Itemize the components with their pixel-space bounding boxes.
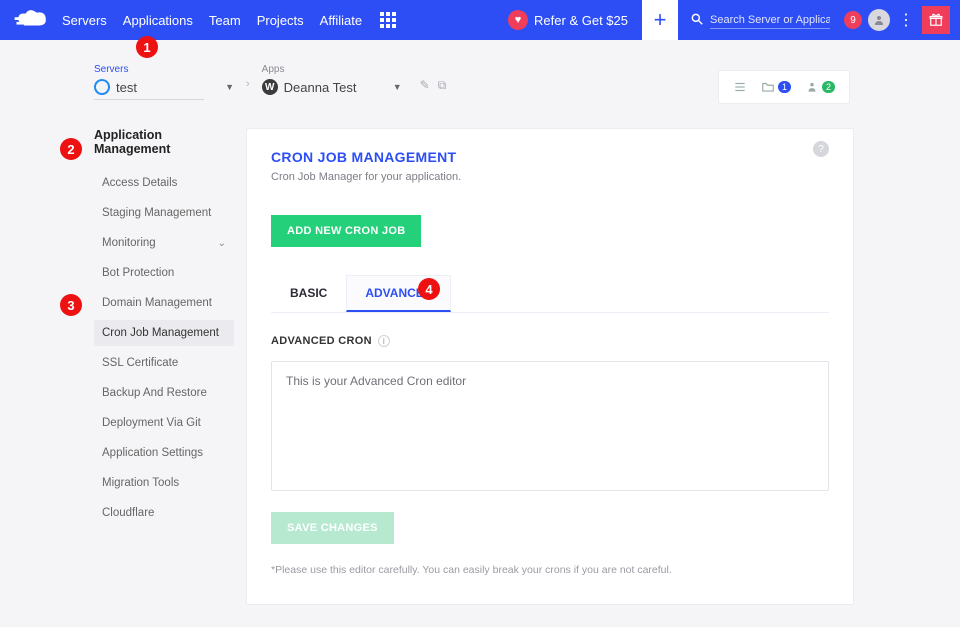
nav-links: Servers Applications Team Projects Affil… [62, 13, 362, 28]
list-view-icon[interactable] [733, 80, 747, 94]
search-input[interactable] [710, 12, 830, 29]
people-badge: 2 [822, 81, 835, 93]
help-icon[interactable]: ? [813, 141, 829, 157]
chevron-down-icon: ⌄ [218, 238, 226, 249]
add-cron-button[interactable]: ADD NEW CRON JOB [271, 215, 421, 247]
annotation-2: 2 [60, 138, 82, 160]
search-wrap [678, 12, 838, 29]
more-menu-icon[interactable]: ⋮ [898, 10, 914, 30]
sidebar-item-git[interactable]: Deployment Via Git [94, 410, 234, 436]
page-title: CRON JOB MANAGEMENT [271, 149, 813, 165]
sidebar-item-monitoring[interactable]: Monitoring ⌄ [94, 230, 234, 256]
heart-icon: ♥ [508, 10, 528, 30]
server-selector[interactable]: Servers test ▼ [94, 64, 244, 100]
search-icon [690, 12, 704, 29]
tab-basic[interactable]: BASIC [271, 275, 346, 312]
sidebar-item-migration[interactable]: Migration Tools [94, 470, 234, 496]
add-button[interactable]: + [642, 0, 678, 40]
nav-applications[interactable]: Applications [123, 13, 193, 28]
annotation-4: 4 [418, 278, 440, 300]
notifications-badge[interactable]: 9 [844, 11, 862, 29]
people-widget[interactable]: 2 [805, 80, 835, 94]
warning-text: *Please use this editor carefully. You c… [271, 564, 829, 576]
workspace-widgets: 1 2 [718, 70, 850, 104]
info-icon[interactable]: i [378, 335, 390, 347]
sidebar-item-ssl[interactable]: SSL Certificate [94, 350, 234, 376]
main: Application Management Access Details St… [0, 104, 960, 605]
nav-affiliate[interactable]: Affiliate [320, 13, 362, 28]
nav-servers[interactable]: Servers [62, 13, 107, 28]
refer-label: Refer & Get $25 [534, 13, 628, 28]
gift-icon[interactable] [922, 6, 950, 34]
nav-team[interactable]: Team [209, 13, 241, 28]
wordpress-icon: W [262, 79, 278, 95]
app-name: Deanna Test [284, 80, 357, 95]
annotation-1: 1 [136, 36, 158, 58]
refer-button[interactable]: ♥ Refer & Get $25 [494, 0, 642, 40]
cron-editor[interactable] [271, 361, 829, 491]
folder-badge: 1 [778, 81, 791, 93]
edit-icon[interactable]: ✎ [420, 78, 430, 93]
topbar: Servers Applications Team Projects Affil… [0, 0, 960, 40]
sidebar-item-app-settings[interactable]: Application Settings [94, 440, 234, 466]
folder-widget[interactable]: 1 [761, 80, 791, 94]
save-button[interactable]: SAVE CHANGES [271, 512, 394, 544]
sidebar-item-label: Monitoring [102, 237, 156, 249]
sidebar-item-cron[interactable]: Cron Job Management [94, 320, 234, 346]
avatar[interactable] [868, 9, 890, 31]
apps-label: Apps [262, 64, 412, 75]
sidebar-item-bot-protection[interactable]: Bot Protection [94, 260, 234, 286]
tabs: BASIC ADVANCED [271, 275, 829, 313]
page-subtitle: Cron Job Manager for your application. [271, 171, 829, 183]
topbar-right: ♥ Refer & Get $25 + 9 ⋮ [494, 0, 960, 40]
sidebar-item-cloudflare[interactable]: Cloudflare [94, 500, 234, 526]
content-panel: CRON JOB MANAGEMENT ? Cron Job Manager f… [246, 128, 854, 605]
app-selector[interactable]: Apps W Deanna Test ▼ [262, 64, 412, 95]
servers-label: Servers [94, 64, 244, 75]
open-external-icon[interactable]: ⧉ [438, 78, 447, 93]
sidebar-title: Application Management [94, 128, 234, 156]
section-label: ADVANCED CRON i [271, 335, 829, 347]
sidebar: Application Management Access Details St… [0, 128, 234, 605]
section-label-text: ADVANCED CRON [271, 335, 372, 347]
annotation-3: 3 [60, 294, 82, 316]
digitalocean-icon [92, 77, 113, 98]
caret-down-icon[interactable]: ▼ [393, 82, 402, 92]
nav-projects[interactable]: Projects [257, 13, 304, 28]
sidebar-item-backup[interactable]: Backup And Restore [94, 380, 234, 406]
sidebar-item-staging[interactable]: Staging Management [94, 200, 234, 226]
app-quick-icons: ✎ ⧉ [420, 78, 447, 93]
sidebar-item-access-details[interactable]: Access Details [94, 170, 234, 196]
sidebar-item-domain[interactable]: Domain Management [94, 290, 234, 316]
apps-grid-icon[interactable] [380, 12, 396, 28]
logo-icon[interactable] [14, 9, 52, 31]
server-name: test [116, 80, 137, 95]
chevron-right-icon: › [246, 78, 250, 90]
caret-down-icon[interactable]: ▼ [225, 82, 234, 92]
